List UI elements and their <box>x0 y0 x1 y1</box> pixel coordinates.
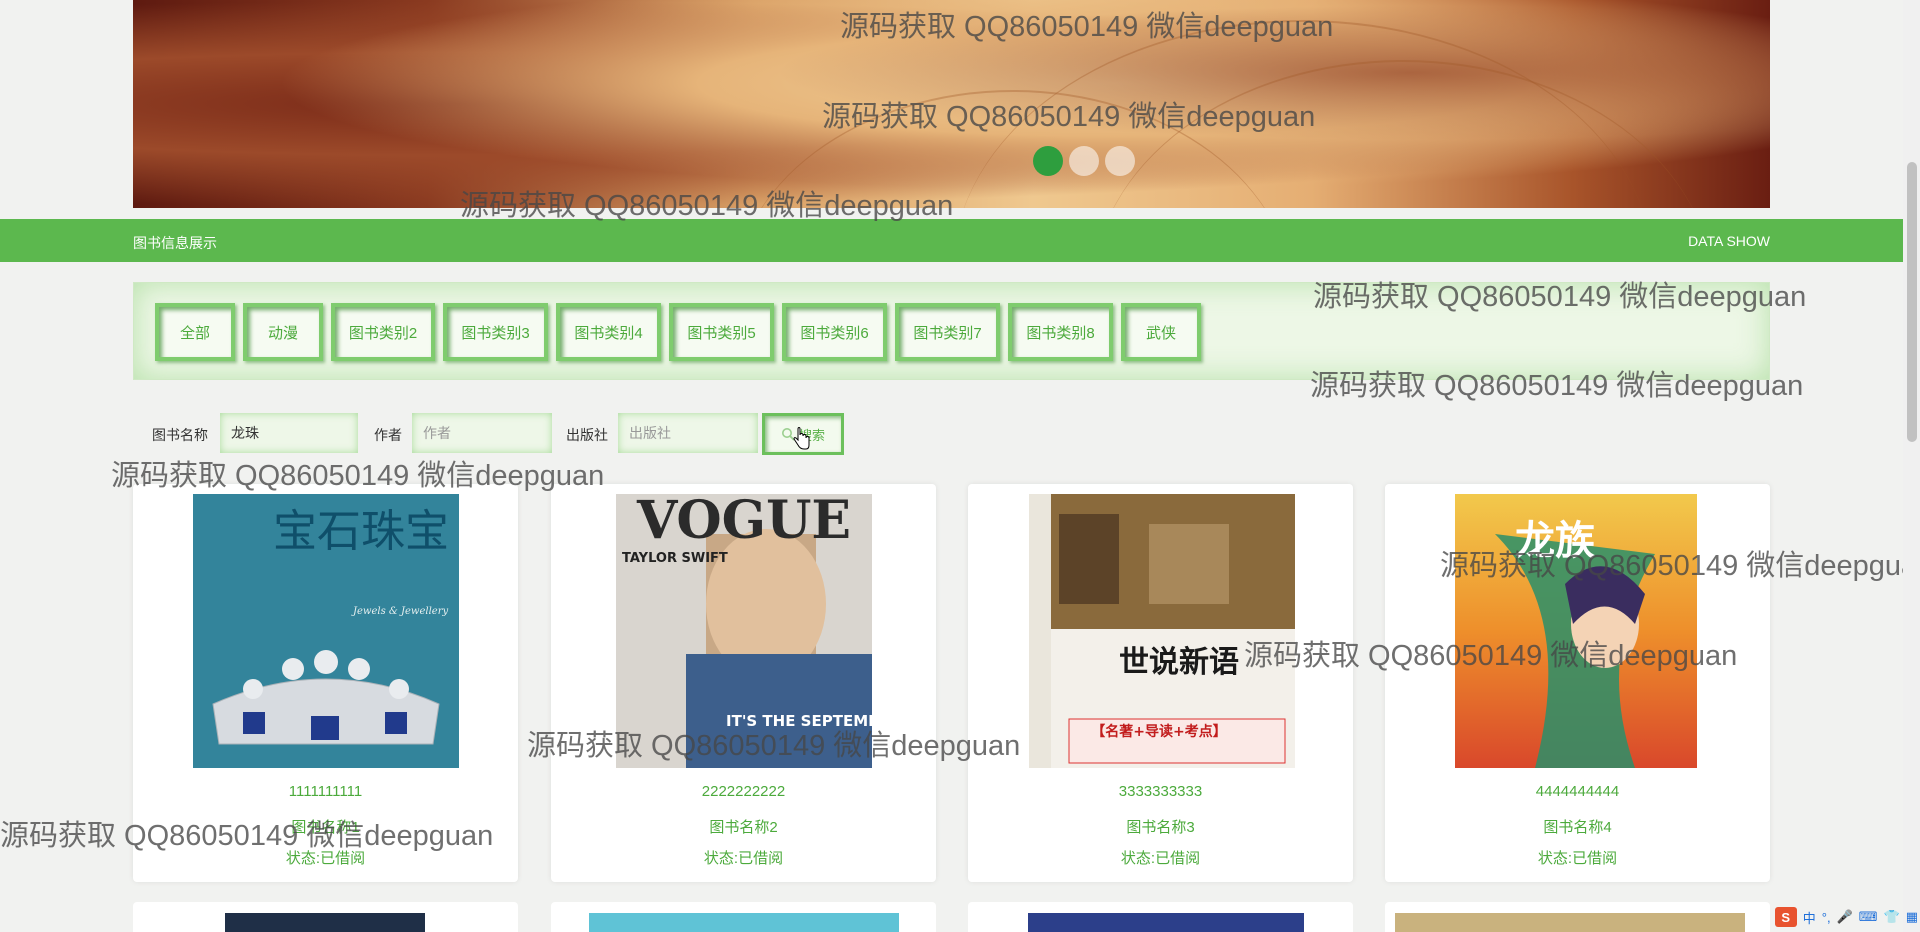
book-status: 状态:已借阅 <box>285 850 366 867</box>
book-status: 状态:已借阅 <box>703 850 784 867</box>
category-button-all[interactable]: 全部 <box>155 303 235 361</box>
scrollbar-thumb[interactable] <box>1907 162 1917 442</box>
book-cover <box>1028 913 1304 932</box>
book-cover <box>225 913 425 932</box>
book-isbn: 3333333333 <box>1118 783 1203 800</box>
book-cover: 世说新语 【名著+导读+考点】 <box>1029 494 1295 768</box>
book-name-input[interactable] <box>220 413 358 453</box>
publisher-label: 出版社 <box>566 427 608 443</box>
cover-title-text: 世说新语 <box>1119 645 1239 680</box>
section-subtitle: DATA SHOW <box>1688 233 1770 249</box>
book-cover: 龙族 <box>1455 494 1697 768</box>
book-card[interactable] <box>551 902 936 932</box>
cover-tag-text: 【名著+导读+考点】 <box>1091 723 1226 740</box>
toolbox-icon[interactable]: ▦ <box>1906 909 1918 925</box>
category-button-4[interactable]: 图书类别4 <box>556 303 661 361</box>
cover-line-text: IT'S THE SEPTEMBER ISSUE! <box>726 712 872 730</box>
book-cover <box>1395 913 1745 932</box>
ime-punctuation-toggle[interactable]: °, <box>1822 910 1831 925</box>
category-button-8[interactable]: 图书类别8 <box>1008 303 1113 361</box>
book-card[interactable] <box>133 902 518 932</box>
book-name: 图书名称2 <box>709 819 778 836</box>
book-card[interactable]: 宝石珠宝 Jewels & Jewellery 1111111111 图书名称1… <box>133 484 518 882</box>
book-cover <box>589 913 899 932</box>
cover-title-text: VOGUE <box>636 494 851 551</box>
book-cover: VOGUE TAYLOR SWIFT IT'S THE SEPTEMBER IS… <box>616 494 872 768</box>
keyboard-icon[interactable]: ⌨ <box>1859 909 1878 925</box>
book-status: 状态:已借阅 <box>1120 850 1201 867</box>
book-status: 状态:已借阅 <box>1537 850 1618 867</box>
book-card[interactable] <box>968 902 1353 932</box>
book-cover: 宝石珠宝 Jewels & Jewellery <box>193 494 459 768</box>
carousel-dot-3[interactable] <box>1105 146 1135 176</box>
cover-name-text: TAYLOR SWIFT <box>622 551 728 566</box>
category-button-wuxia[interactable]: 武侠 <box>1121 303 1201 361</box>
book-isbn: 4444444444 <box>1535 783 1620 800</box>
book-isbn: 1111111111 <box>288 783 363 800</box>
ime-language-toggle[interactable]: 中 <box>1803 908 1816 927</box>
book-name: 图书名称4 <box>1543 819 1612 836</box>
author-input[interactable] <box>412 413 552 453</box>
category-button-anime[interactable]: 动漫 <box>243 303 323 361</box>
banner-carousel[interactable] <box>133 0 1770 208</box>
category-button-5[interactable]: 图书类别5 <box>669 303 774 361</box>
page-scrollbar[interactable] <box>1903 0 1920 932</box>
carousel-dot-1[interactable] <box>1033 146 1063 176</box>
category-button-7[interactable]: 图书类别7 <box>895 303 1000 361</box>
cover-subtitle-text: Jewels & Jewellery <box>351 606 448 617</box>
book-name-label: 图书名称 <box>152 427 208 443</box>
section-header: 图书信息展示 DATA SHOW <box>0 219 1903 262</box>
publisher-input[interactable] <box>618 413 758 453</box>
book-isbn: 2222222222 <box>701 783 786 800</box>
ime-toolbar: S 中 °, 🎤 ⌨ 👕 ▦ <box>1774 906 1918 928</box>
carousel-indicators <box>1033 146 1135 176</box>
book-card[interactable]: 龙族 4444444444 图书名称4 状态:已借阅 <box>1385 484 1770 882</box>
category-button-2[interactable]: 图书类别2 <box>331 303 435 361</box>
category-filter: 全部 动漫 图书类别2 图书类别3 图书类别4 图书类别5 图书类别6 图书类别… <box>133 282 1770 380</box>
sogou-ime-icon[interactable]: S <box>1774 907 1797 927</box>
book-card[interactable]: VOGUE TAYLOR SWIFT IT'S THE SEPTEMBER IS… <box>551 484 936 882</box>
section-title: 图书信息展示 <box>133 235 217 251</box>
author-label: 作者 <box>374 427 402 443</box>
cover-title-text: 龙族 <box>1515 517 1595 564</box>
book-name: 图书名称3 <box>1126 819 1195 836</box>
category-button-6[interactable]: 图书类别6 <box>782 303 887 361</box>
book-card[interactable] <box>1385 902 1770 932</box>
skin-icon[interactable]: 👕 <box>1884 909 1900 925</box>
book-card[interactable]: 世说新语 【名著+导读+考点】 3333333333 图书名称3 状态:已借阅 <box>968 484 1353 882</box>
mouse-cursor-icon <box>793 427 810 450</box>
carousel-dot-2[interactable] <box>1069 146 1099 176</box>
book-name: 图书名称1 <box>291 819 360 836</box>
cover-title-text: 宝石珠宝 <box>273 506 449 557</box>
microphone-icon[interactable]: 🎤 <box>1837 909 1853 925</box>
category-button-3[interactable]: 图书类别3 <box>443 303 548 361</box>
